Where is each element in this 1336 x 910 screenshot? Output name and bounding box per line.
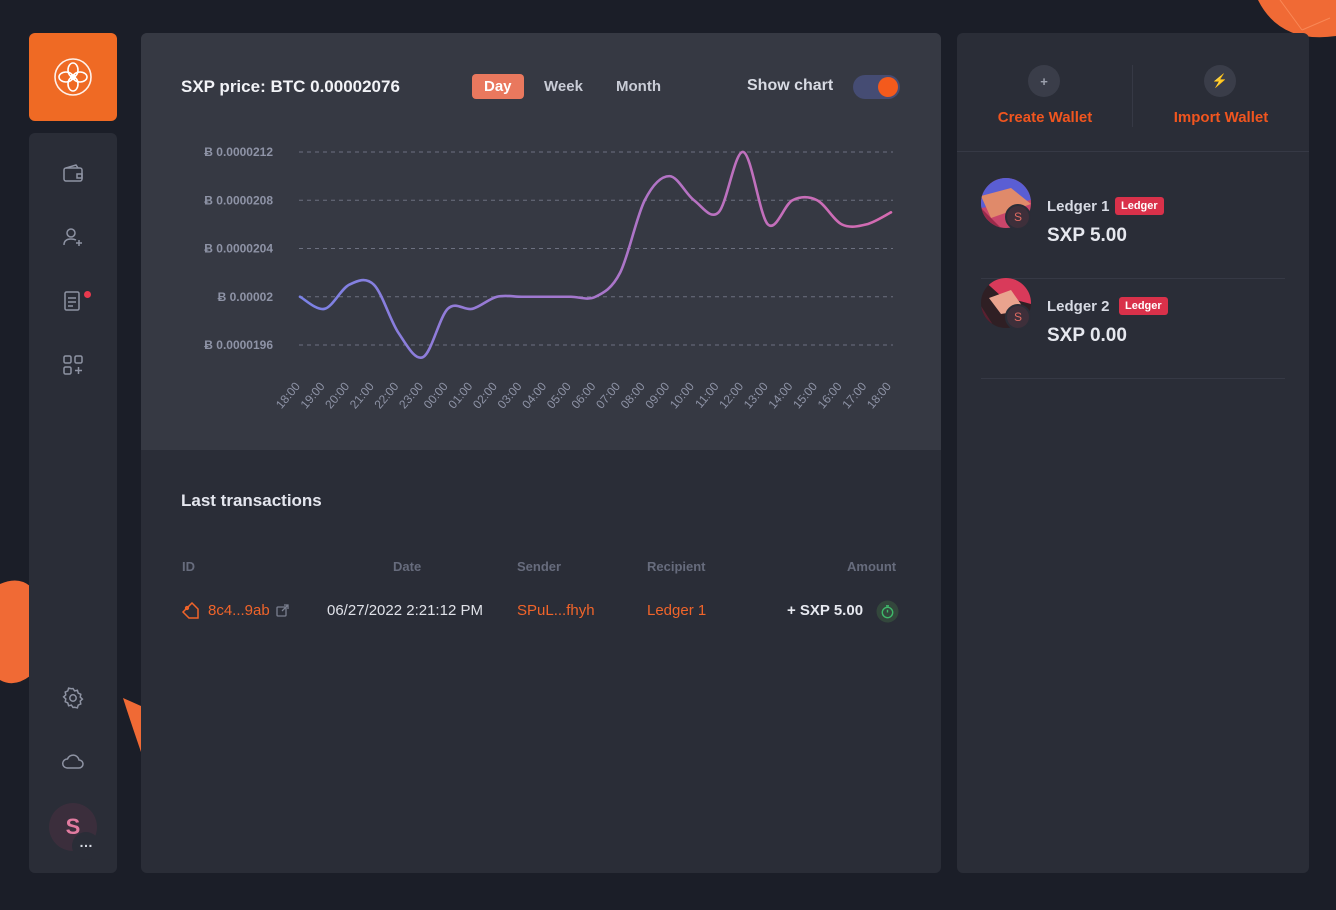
y-tick-label: Ƀ 0.00002 xyxy=(218,290,274,304)
wallet-name: Ledger 1 xyxy=(1047,198,1110,215)
x-tick-label: 18:00 xyxy=(273,379,303,411)
x-tick-label: 15:00 xyxy=(790,379,820,411)
create-wallet-label: Create Wallet xyxy=(997,109,1093,126)
import-wallet-label: Import Wallet xyxy=(1173,109,1269,126)
main-panel: SXP price: BTC 0.00002076 Day Week Month… xyxy=(141,33,941,873)
wallet-item[interactable]: S Ledger 2 Ledger SXP 0.00 xyxy=(981,278,1285,379)
x-tick-label: 13:00 xyxy=(741,379,771,411)
sidebar-item-contacts[interactable] xyxy=(59,223,87,251)
transaction-amount: + SXP 5.00 xyxy=(787,602,864,619)
x-tick-label: 07:00 xyxy=(593,379,623,411)
column-header-date: Date xyxy=(393,559,422,574)
sidebar-item-wallets[interactable] xyxy=(59,160,87,188)
tag-icon xyxy=(181,602,199,619)
app-logo-button[interactable] xyxy=(29,33,117,121)
settings-icon xyxy=(62,687,84,709)
x-tick-label: 03:00 xyxy=(495,379,525,411)
wallet-item[interactable]: S Ledger 1 Ledger SXP 5.00 xyxy=(981,178,1285,279)
column-header-amount: Amount xyxy=(847,559,897,574)
sidebar-item-cloud[interactable] xyxy=(59,748,87,776)
x-tick-label: 10:00 xyxy=(667,379,697,411)
y-tick-label: Ƀ 0.0000204 xyxy=(204,242,273,256)
wallet-name: Ledger 2 xyxy=(1047,298,1110,315)
x-tick-label: 08:00 xyxy=(618,379,648,411)
x-tick-label: 06:00 xyxy=(568,379,598,411)
column-header-sender: Sender xyxy=(517,559,562,574)
more-icon: … xyxy=(79,834,93,850)
lightning-icon: ⚡ xyxy=(1204,65,1236,97)
sidebar-item-transactions[interactable] xyxy=(59,287,91,315)
x-tick-label: 00:00 xyxy=(421,379,451,411)
sidebar xyxy=(29,133,117,873)
x-tick-label: 21:00 xyxy=(347,379,377,411)
wallet-icon xyxy=(63,164,83,182)
sidebar-item-plugins[interactable] xyxy=(59,351,87,379)
x-tick-label: 23:00 xyxy=(396,379,426,411)
x-tick-label: 19:00 xyxy=(298,379,328,411)
transaction-sender-link[interactable]: SPuL...fhyh xyxy=(517,602,595,619)
contacts-icon xyxy=(63,228,82,246)
cloud-icon xyxy=(62,754,84,769)
ledger-badge: Ledger xyxy=(1115,197,1164,215)
wallet-balance: SXP 0.00 xyxy=(1047,325,1127,346)
price-chart-panel: SXP price: BTC 0.00002076 Day Week Month… xyxy=(141,33,941,450)
price-series-line xyxy=(298,150,893,359)
transaction-id-link[interactable]: 8c4...9ab xyxy=(208,602,270,619)
background-decoration-left xyxy=(0,580,30,684)
profile-menu-button[interactable]: … xyxy=(72,832,100,860)
wallet-balance: SXP 5.00 xyxy=(1047,225,1127,246)
confirmation-clock-icon xyxy=(876,600,899,623)
plus-icon: + xyxy=(1028,65,1060,97)
x-tick-label: 20:00 xyxy=(322,379,352,411)
background-decoration-middle xyxy=(123,698,141,752)
y-tick-label: Ƀ 0.0000212 xyxy=(204,145,273,159)
x-tick-label: 01:00 xyxy=(445,379,475,411)
x-tick-label: 02:00 xyxy=(470,379,500,411)
x-tick-label: 09:00 xyxy=(642,379,672,411)
logo-icon xyxy=(54,58,92,96)
price-chart: Ƀ 0.0000212 Ƀ 0.0000208 Ƀ 0.0000204 Ƀ 0.000… xyxy=(204,145,894,411)
x-tick-label: 17:00 xyxy=(839,379,869,411)
x-tick-label: 04:00 xyxy=(519,379,549,411)
column-header-recipient: Recipient xyxy=(647,559,706,574)
transaction-date: 06/27/2022 2:21:12 PM xyxy=(327,602,483,619)
x-tick-label: 22:00 xyxy=(371,379,401,411)
ledger-badge: Ledger xyxy=(1119,297,1168,315)
plugins-icon xyxy=(63,355,83,375)
notification-dot xyxy=(84,291,91,298)
transaction-recipient-link[interactable]: Ledger 1 xyxy=(647,602,706,619)
external-link-icon[interactable] xyxy=(276,604,289,617)
wallet-network-avatar: S xyxy=(1005,304,1031,330)
panel-divider xyxy=(957,151,1309,152)
transactions-icon xyxy=(64,291,80,311)
x-tick-label: 14:00 xyxy=(765,379,795,411)
x-tick-label: 12:00 xyxy=(716,379,746,411)
y-tick-label: Ƀ 0.0000196 xyxy=(204,338,273,352)
x-tick-label: 16:00 xyxy=(815,379,845,411)
wallets-panel: + Create Wallet ⚡ Import Wallet S Ledger… xyxy=(957,33,1309,873)
y-tick-label: Ƀ 0.0000208 xyxy=(204,193,273,207)
x-tick-label: 05:00 xyxy=(544,379,574,411)
x-tick-label: 18:00 xyxy=(864,379,894,411)
sidebar-item-settings[interactable] xyxy=(59,684,87,712)
import-wallet-button[interactable]: ⚡ Import Wallet xyxy=(1133,33,1309,151)
column-header-id: ID xyxy=(182,559,195,574)
create-wallet-button[interactable]: + Create Wallet xyxy=(957,33,1133,151)
wallet-network-avatar: S xyxy=(1005,204,1031,230)
transactions-title: Last transactions xyxy=(181,491,322,510)
x-tick-label: 11:00 xyxy=(692,379,722,411)
